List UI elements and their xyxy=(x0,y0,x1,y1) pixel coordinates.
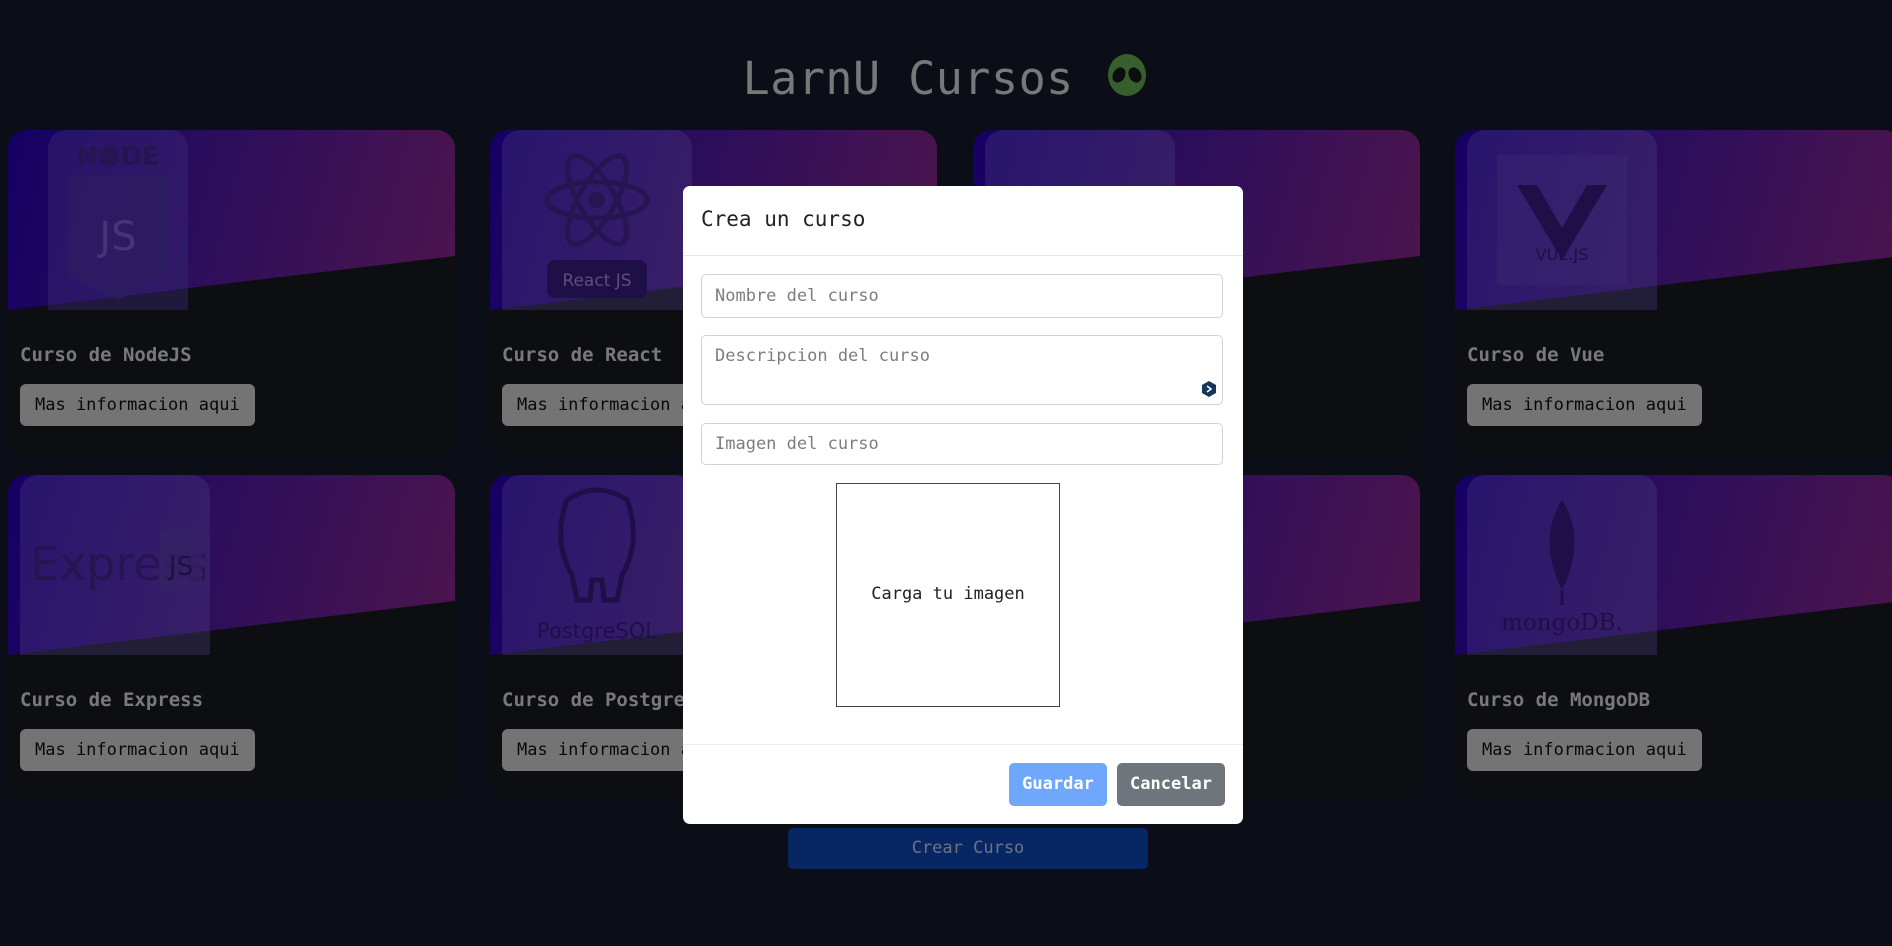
course-name-input[interactable] xyxy=(701,274,1223,318)
save-button[interactable]: Guardar xyxy=(1009,763,1107,806)
modal-title: Crea un curso xyxy=(701,207,866,231)
cancel-button[interactable]: Cancelar xyxy=(1117,763,1225,806)
grammar-extension-icon[interactable] xyxy=(1200,380,1218,398)
image-preview[interactable]: Carga tu imagen xyxy=(836,483,1060,707)
image-preview-text: Carga tu imagen xyxy=(871,584,1025,604)
course-image-input[interactable] xyxy=(701,423,1223,465)
create-course-modal: Crea un curso Carga tu imagen Guardar Ca… xyxy=(683,186,1243,824)
course-description-input[interactable] xyxy=(701,335,1223,405)
